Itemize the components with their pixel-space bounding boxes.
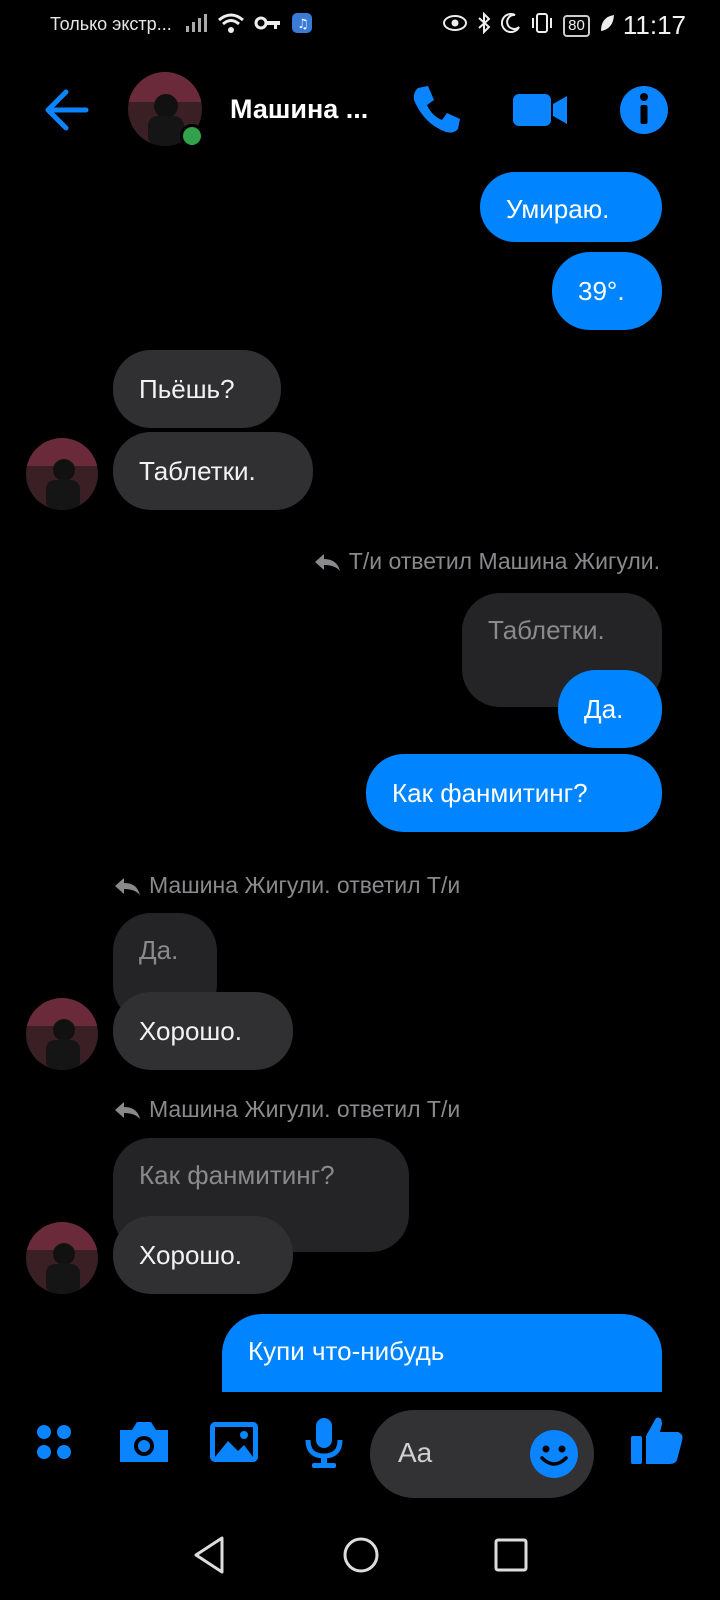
signal-icon [184, 12, 208, 40]
wifi-icon [218, 12, 244, 40]
message-input[interactable]: Aa [370, 1410, 594, 1498]
gallery-button[interactable] [206, 1414, 262, 1470]
message-incoming[interactable]: Хорошо. [113, 1216, 293, 1294]
composer-bar: Aa [0, 1392, 720, 1514]
reply-note: Машина Жигули. ответил Т/и [113, 1096, 460, 1123]
message-outgoing[interactable]: Как фанмитинг? [366, 754, 662, 832]
nav-home-button[interactable] [334, 1528, 388, 1582]
nav-home-icon [343, 1537, 379, 1573]
svg-text:♫: ♫ [297, 17, 309, 32]
message-incoming[interactable]: Пьёшь? [113, 350, 281, 428]
nav-recents-button[interactable] [484, 1528, 538, 1582]
leaf-icon [599, 13, 615, 39]
nav-recents-icon [494, 1538, 528, 1572]
back-button[interactable] [36, 80, 96, 140]
like-button[interactable] [628, 1410, 688, 1470]
music-app-icon: ♫ [292, 13, 312, 39]
reply-note-text: Машина Жигули. ответил Т/и [149, 1096, 461, 1122]
phone-icon [413, 86, 460, 133]
like-icon [631, 1417, 683, 1464]
sender-avatar[interactable] [26, 998, 98, 1070]
chat-header: Машина ... [0, 60, 720, 160]
info-icon [620, 86, 668, 134]
message-outgoing[interactable]: 39°. [552, 252, 662, 330]
eye-icon [443, 14, 468, 38]
battery-indicator: 80 [563, 14, 590, 37]
microphone-button[interactable] [296, 1414, 352, 1470]
message-input-placeholder: Aa [398, 1437, 433, 1468]
online-indicator [180, 124, 204, 148]
status-bar: Только экстр... ♫ 80 11:17 [0, 0, 720, 48]
reply-note: Т/и ответил Машина Жигули. [313, 548, 660, 575]
key-icon [254, 14, 282, 38]
sender-avatar[interactable] [26, 438, 98, 510]
emoji-button[interactable] [528, 1428, 580, 1480]
camera-icon [120, 1422, 168, 1462]
gallery-icon [210, 1422, 258, 1462]
nav-back-icon [194, 1536, 224, 1574]
back-arrow-icon [45, 89, 89, 131]
apps-button[interactable] [26, 1414, 82, 1470]
reply-note: Машина Жигули. ответил Т/и [113, 872, 460, 899]
reply-note-text: Т/и ответил Машина Жигули. [348, 548, 660, 574]
call-button[interactable] [404, 78, 468, 142]
video-call-button[interactable] [508, 78, 572, 142]
reply-arrow-icon [314, 553, 340, 571]
message-outgoing[interactable]: Умираю. [480, 172, 662, 242]
message-outgoing[interactable]: Да. [558, 670, 662, 748]
apps-icon [37, 1425, 71, 1459]
status-time: 11:17 [622, 10, 686, 40]
system-nav-bar [0, 1510, 720, 1600]
video-icon [513, 94, 567, 126]
message-incoming[interactable]: Таблетки. [113, 432, 313, 510]
camera-button[interactable] [116, 1414, 172, 1470]
info-button[interactable] [612, 78, 676, 142]
bluetooth-icon [476, 11, 492, 40]
message-incoming[interactable]: Хорошо. [113, 992, 293, 1070]
reply-arrow-icon [115, 1101, 140, 1119]
reply-note-text: Машина Жигули. ответил Т/и [149, 872, 461, 898]
contact-name[interactable]: Машина ... [230, 94, 368, 125]
sender-avatar[interactable] [26, 1222, 98, 1294]
reply-arrow-icon [115, 877, 140, 895]
emoji-icon [530, 1430, 578, 1478]
moon-icon [501, 12, 521, 39]
nav-back-button[interactable] [184, 1528, 238, 1582]
carrier-text: Только экстр... [50, 14, 172, 34]
vibrate-icon [530, 12, 554, 40]
microphone-icon [305, 1418, 343, 1468]
